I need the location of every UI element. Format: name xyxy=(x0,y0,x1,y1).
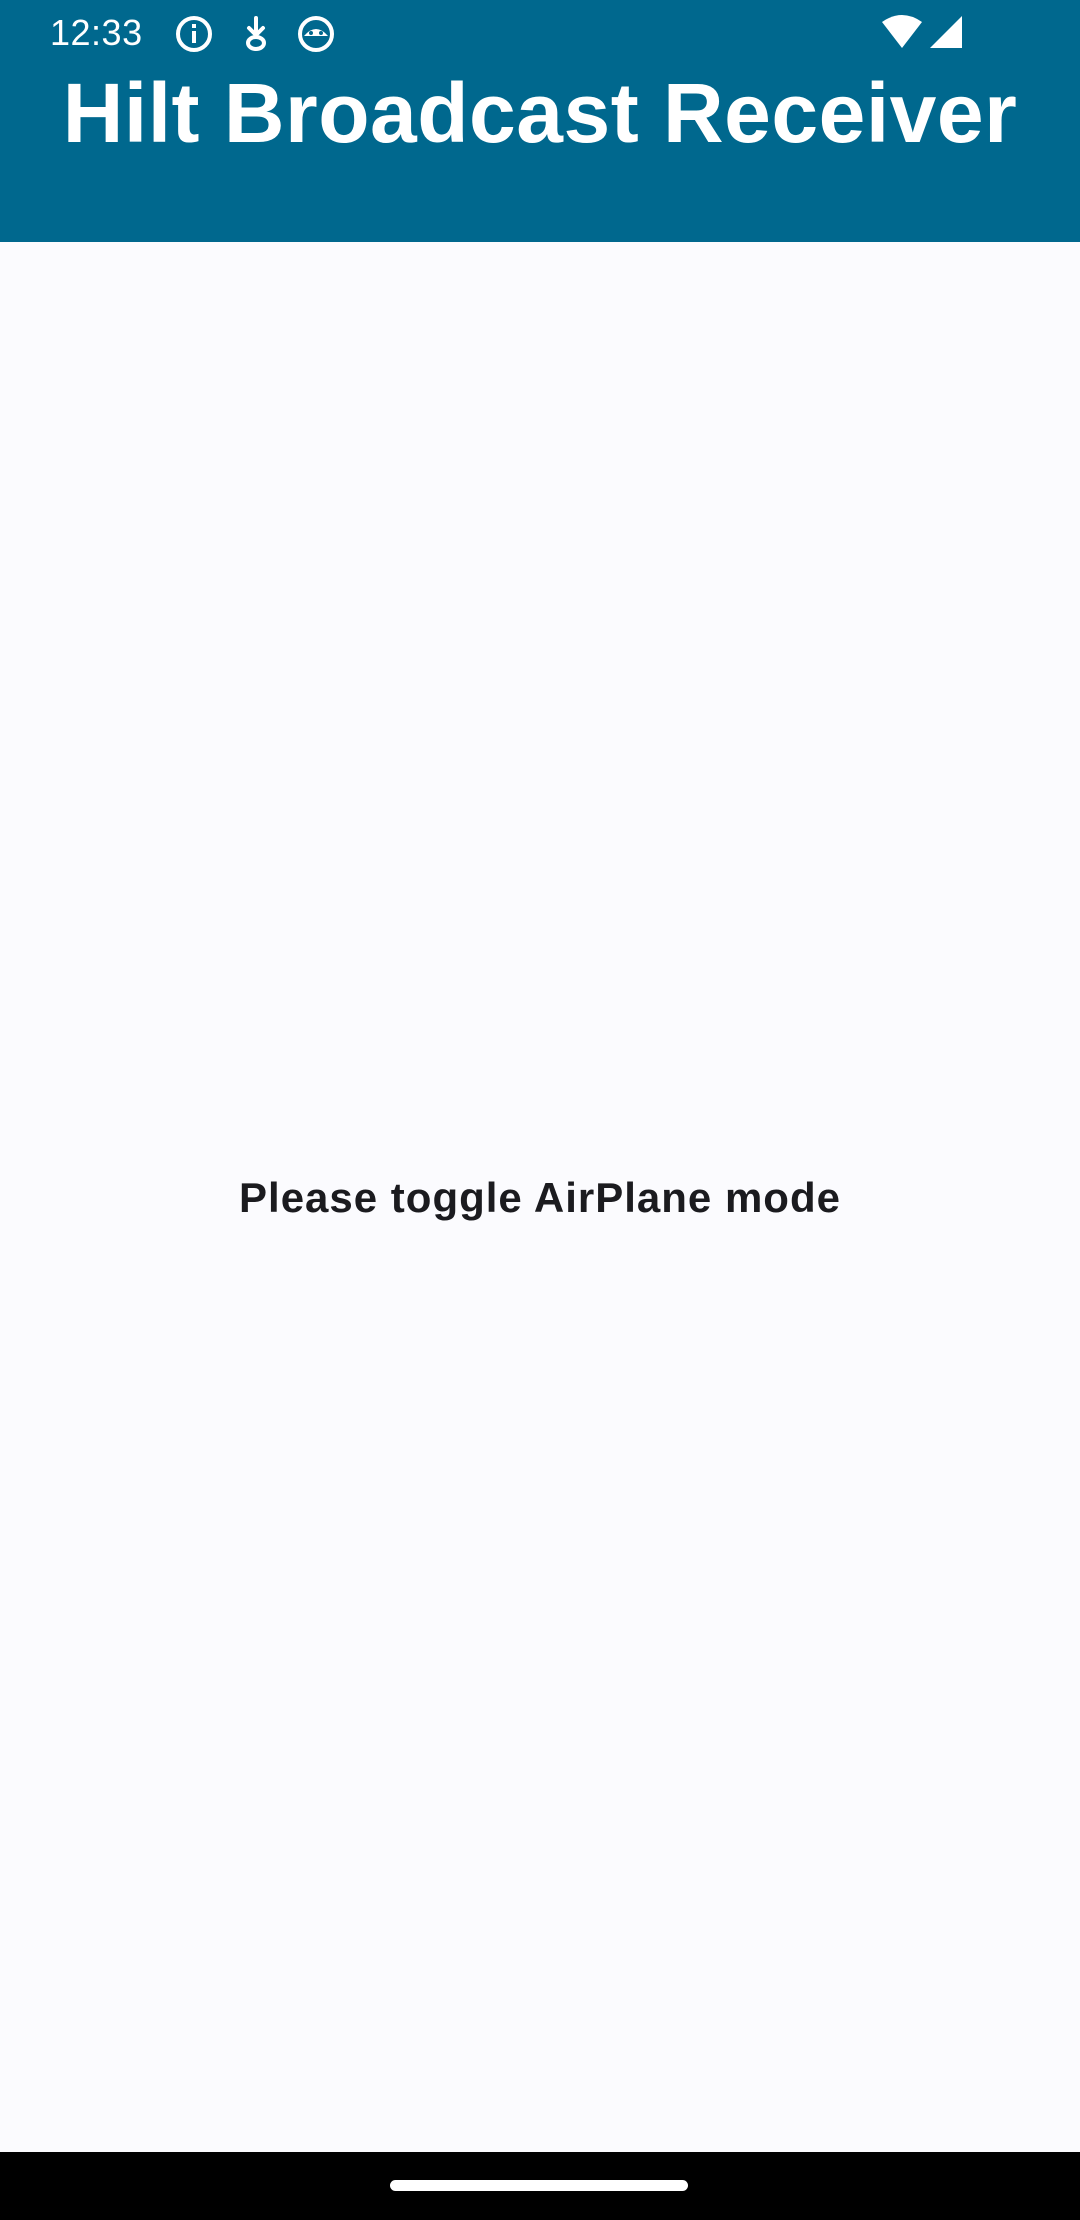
page-title: Hilt Broadcast Receiver xyxy=(62,66,1018,161)
status-time: 12:33 xyxy=(50,12,143,53)
download-icon xyxy=(236,14,276,54)
status-bar: 12:33 xyxy=(0,0,1080,66)
wifi-icon xyxy=(880,14,924,54)
airplane-mode-message: Please toggle AirPlane mode xyxy=(239,1174,841,1221)
android-icon xyxy=(296,14,336,54)
home-gesture-handle[interactable] xyxy=(390,2180,688,2191)
info-icon xyxy=(174,14,214,54)
app-bar: Hilt Broadcast Receiver xyxy=(0,66,1080,242)
navigation-bar xyxy=(0,2152,1080,2220)
main-content: Please toggle AirPlane mode xyxy=(0,242,1080,2152)
cellular-signal-icon xyxy=(928,14,964,54)
